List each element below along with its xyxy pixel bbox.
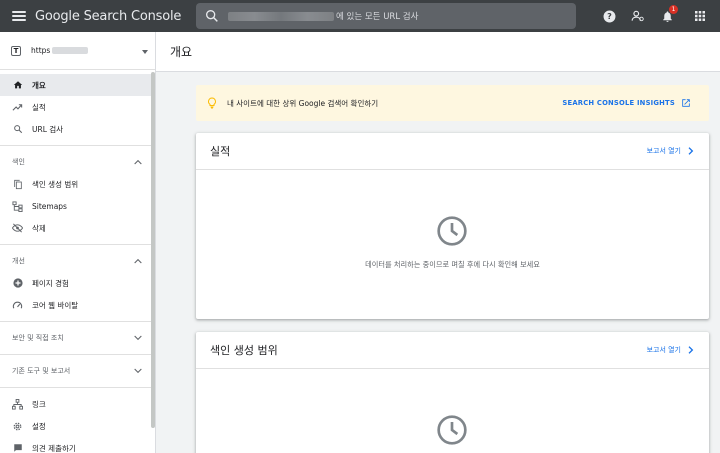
section-label: 개선 xyxy=(12,257,25,265)
sidebar-item-feedback[interactable]: 의견 제출하기 xyxy=(0,437,155,453)
sitemap-icon xyxy=(12,200,23,212)
insights-text: 내 사이트에 대한 상위 Google 검색어 확인하기 xyxy=(227,98,379,108)
sidebar-item-removals[interactable]: 삭제 xyxy=(0,217,155,239)
sidebar-item-label: 링크 xyxy=(32,399,46,409)
sidebar-item-label: 페이지 경험 xyxy=(32,278,69,288)
performance-card: 실적 보고서 열기 데이터를 처리하는 중이므로 며칠 후에 다시 확인해 보세… xyxy=(196,133,709,319)
coverage-card: 색인 생성 범위 보고서 열기 xyxy=(196,332,709,453)
sidebar-scrollbar[interactable] xyxy=(151,72,155,428)
clock-icon xyxy=(437,415,467,445)
open-report-label: 보고서 열기 xyxy=(646,346,681,354)
search-icon xyxy=(12,124,23,135)
sidebar-item-label: 의견 제출하기 xyxy=(32,443,76,453)
property-selector[interactable]: T https xyxy=(0,32,155,70)
manage-users-icon[interactable] xyxy=(630,8,646,24)
property-type-icon: T xyxy=(11,45,21,56)
sidebar-item-coverage[interactable]: 색인 생성 범위 xyxy=(0,173,155,195)
help-icon[interactable]: ? xyxy=(601,8,617,24)
sidebar-item-settings[interactable]: 설정 xyxy=(0,415,155,437)
insights-banner: 내 사이트에 대한 상위 Google 검색어 확인하기 SEARCH CONS… xyxy=(196,85,709,121)
sidebar-divider xyxy=(0,387,155,388)
card-title: 실적 xyxy=(210,145,231,158)
section-legacy-tools[interactable]: 기존 도구 및 보고서 xyxy=(0,360,155,382)
sidebar-item-overview[interactable]: 개요 xyxy=(0,74,155,96)
processing-message: 데이터를 처리하는 중이므로 며칠 후에 다시 확인해 보세요 xyxy=(365,260,540,269)
sidebar-item-label: 코어 웹 바이탈 xyxy=(32,300,79,310)
url-inspect-search-input[interactable]: 에 있는 모든 URL 검사 xyxy=(196,3,576,29)
chevron-up-icon xyxy=(134,159,142,165)
chevron-right-icon xyxy=(688,147,694,155)
section-index[interactable]: 색인 xyxy=(0,151,155,173)
sidebar-item-label: 실적 xyxy=(32,102,46,112)
open-report-link[interactable]: 보고서 열기 xyxy=(647,146,694,156)
sidebar-item-page-experience[interactable]: 페이지 경험 xyxy=(0,272,155,294)
sidebar-item-links[interactable]: 링크 xyxy=(0,393,155,415)
sidebar-item-url-inspection[interactable]: URL 검사 xyxy=(0,118,155,140)
property-url: https xyxy=(31,46,51,55)
trending-up-icon xyxy=(12,102,23,113)
apps-grid-icon[interactable] xyxy=(692,8,708,24)
speed-gauge-icon xyxy=(12,300,23,311)
sidebar-item-sitemaps[interactable]: Sitemaps xyxy=(0,195,155,217)
chevron-up-icon xyxy=(134,258,142,264)
sidebar-divider xyxy=(0,244,155,245)
card-title: 색인 생성 범위 xyxy=(210,344,278,357)
clock-icon xyxy=(437,216,467,246)
eye-off-icon xyxy=(12,223,23,234)
sidebar-item-core-web-vitals[interactable]: 코어 웹 바이탈 xyxy=(0,294,155,316)
search-icon xyxy=(206,10,218,22)
sidebar-item-label: 색인 생성 범위 xyxy=(32,179,79,189)
property-url-redacted xyxy=(52,47,89,54)
search-url-redacted xyxy=(228,11,334,21)
notifications-icon[interactable]: 1 xyxy=(659,5,678,24)
feedback-icon xyxy=(12,443,23,453)
sidebar: T https 개요 실적 URL 검사 색인 색인 생성 범위 Sitemap… xyxy=(0,32,156,453)
svg-text:?: ? xyxy=(607,11,612,21)
page-header: 개요 xyxy=(156,32,720,72)
home-icon xyxy=(12,80,23,91)
chevron-right-icon xyxy=(688,346,694,354)
chevron-down-icon xyxy=(134,368,142,374)
section-security-manual-actions[interactable]: 보안 및 직접 조치 xyxy=(0,327,155,349)
main-menu-icon[interactable] xyxy=(12,11,26,21)
section-label: 보안 및 직접 조치 xyxy=(12,334,64,342)
sidebar-item-label: URL 검사 xyxy=(32,124,64,134)
page-title: 개요 xyxy=(170,45,193,59)
add-circle-icon xyxy=(12,278,23,289)
app-logo[interactable]: Google Search Console xyxy=(35,9,181,24)
file-copy-icon xyxy=(12,179,23,190)
sidebar-item-label: 개요 xyxy=(32,80,46,90)
sidebar-divider xyxy=(0,354,155,355)
top-app-bar: Google Search Console 에 있는 모든 URL 검사 ? 1 xyxy=(0,0,720,32)
open-report-label: 보고서 열기 xyxy=(646,147,681,155)
chevron-down-icon xyxy=(134,335,142,341)
notification-badge: 1 xyxy=(669,5,678,14)
search-placeholder: 에 있는 모든 URL 검사 xyxy=(336,12,419,22)
open-report-link[interactable]: 보고서 열기 xyxy=(647,345,694,355)
links-icon xyxy=(12,398,23,410)
sidebar-divider xyxy=(0,321,155,322)
open-in-new-icon xyxy=(682,99,690,107)
insights-link-label: SEARCH CONSOLE INSIGHTS xyxy=(562,99,675,107)
section-label: 기존 도구 및 보고서 xyxy=(12,367,71,375)
sidebar-item-label: 설정 xyxy=(32,421,46,431)
section-enhancements[interactable]: 개선 xyxy=(0,250,155,272)
settings-gear-icon xyxy=(12,421,23,432)
search-console-insights-link[interactable]: SEARCH CONSOLE INSIGHTS xyxy=(562,98,691,108)
sidebar-divider xyxy=(0,145,155,146)
section-label: 색인 xyxy=(12,158,25,166)
lightbulb-icon xyxy=(208,97,216,109)
dropdown-arrow-icon xyxy=(142,50,148,54)
sidebar-item-performance[interactable]: 실적 xyxy=(0,96,155,118)
sidebar-item-label: Sitemaps xyxy=(32,201,67,211)
main-content: 개요 내 사이트에 대한 상위 Google 검색어 확인하기 SEARCH C… xyxy=(156,32,720,453)
sidebar-item-label: 삭제 xyxy=(32,223,46,233)
